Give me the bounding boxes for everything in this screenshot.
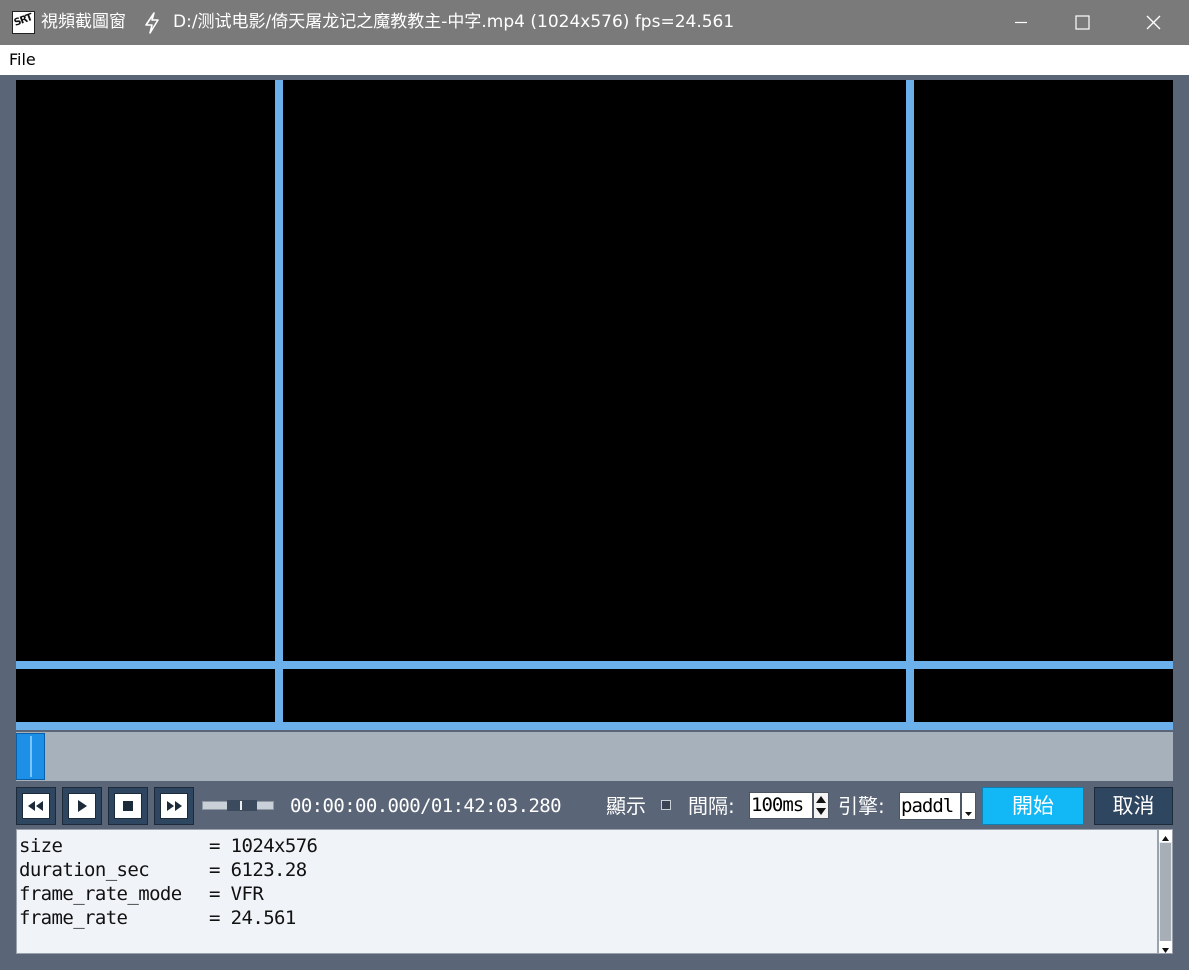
info-line: frame_rate_mode = VFR	[19, 882, 264, 906]
stop-button-face	[114, 793, 142, 819]
title-bar: SRT 視頻截圖窗 D:/测试电影/倚天屠龙记之魔教教主-中字.mp4 (102…	[0, 0, 1189, 45]
close-button[interactable]	[1130, 0, 1176, 45]
fast-forward-button-face	[160, 793, 188, 819]
stop-icon	[123, 801, 133, 811]
info-key: size	[19, 835, 63, 857]
time-readout: 00:00:00.000/01:42:03.280	[290, 795, 562, 817]
crop-guide-horizontal-top[interactable]	[16, 661, 1173, 669]
rewind-icon	[28, 801, 43, 811]
crop-guide-vertical-right[interactable]	[906, 80, 914, 730]
info-value: = 6123.28	[209, 859, 307, 881]
engine-label: 引擎:	[838, 794, 885, 818]
play-icon	[78, 800, 87, 812]
info-line: duration_sec = 6123.28	[19, 858, 307, 882]
show-label: 顯示	[606, 794, 646, 818]
app-icon-label: SRT	[12, 12, 34, 29]
app-name: 視頻截圖窗	[41, 12, 126, 32]
window-title: D:/测试电影/倚天屠龙记之魔教教主-中字.mp4 (1024x576) fps…	[173, 12, 735, 32]
engine-select[interactable]: paddl	[899, 792, 961, 820]
seek-bar[interactable]	[16, 732, 1173, 781]
play-button[interactable]	[62, 787, 102, 825]
interval-label: 間隔:	[688, 794, 735, 818]
show-checkbox[interactable]	[661, 800, 671, 810]
crop-guide-horizontal-bottom[interactable]	[16, 722, 1173, 730]
menu-file[interactable]: File	[9, 50, 36, 70]
cancel-button[interactable]: 取消	[1094, 787, 1173, 825]
info-key: frame_rate_mode	[19, 883, 182, 905]
scroll-thumb[interactable]	[1160, 843, 1171, 941]
rewind-button[interactable]	[16, 787, 56, 825]
fast-forward-button[interactable]	[154, 787, 194, 825]
fast-forward-icon	[167, 801, 182, 811]
maximize-icon	[1075, 15, 1090, 30]
lightning-icon[interactable]	[142, 11, 162, 35]
info-line: size = 1024x576	[19, 834, 318, 858]
interval-input[interactable]: 100ms	[749, 792, 813, 819]
spinner-arrows-icon	[816, 796, 826, 815]
info-line: frame_rate = 24.561	[19, 906, 296, 930]
info-scrollbar[interactable]	[1158, 829, 1173, 954]
volume-thumb[interactable]	[227, 800, 257, 811]
scroll-up-button[interactable]	[1159, 830, 1172, 842]
scroll-down-icon	[1162, 948, 1169, 953]
start-button[interactable]: 開始	[982, 787, 1084, 825]
info-value: = 24.561	[209, 907, 296, 929]
menu-bar: File	[0, 45, 1189, 75]
minimize-button[interactable]	[998, 0, 1044, 45]
engine-dropdown-button[interactable]	[961, 792, 976, 820]
info-key: frame_rate	[19, 907, 128, 929]
seek-thumb[interactable]	[16, 733, 45, 780]
close-icon	[1146, 15, 1161, 30]
info-value: = 1024x576	[209, 835, 318, 857]
play-button-face	[68, 793, 96, 819]
rewind-button-face	[22, 793, 50, 819]
interval-spinner[interactable]	[813, 792, 829, 819]
stop-button[interactable]	[108, 787, 148, 825]
minimize-icon	[1015, 21, 1027, 24]
scroll-down-button[interactable]	[1159, 941, 1172, 953]
media-info-text[interactable]: size = 1024x576 duration_sec = 6123.28 frame…	[16, 829, 1158, 954]
crop-guide-vertical-left[interactable]	[275, 80, 283, 730]
info-value: = VFR	[209, 883, 264, 905]
chevron-down-icon	[965, 812, 972, 816]
info-key: duration_sec	[19, 859, 150, 881]
maximize-button[interactable]	[1059, 0, 1105, 45]
app-icon[interactable]: SRT	[12, 11, 35, 34]
video-frame[interactable]	[16, 80, 1173, 730]
